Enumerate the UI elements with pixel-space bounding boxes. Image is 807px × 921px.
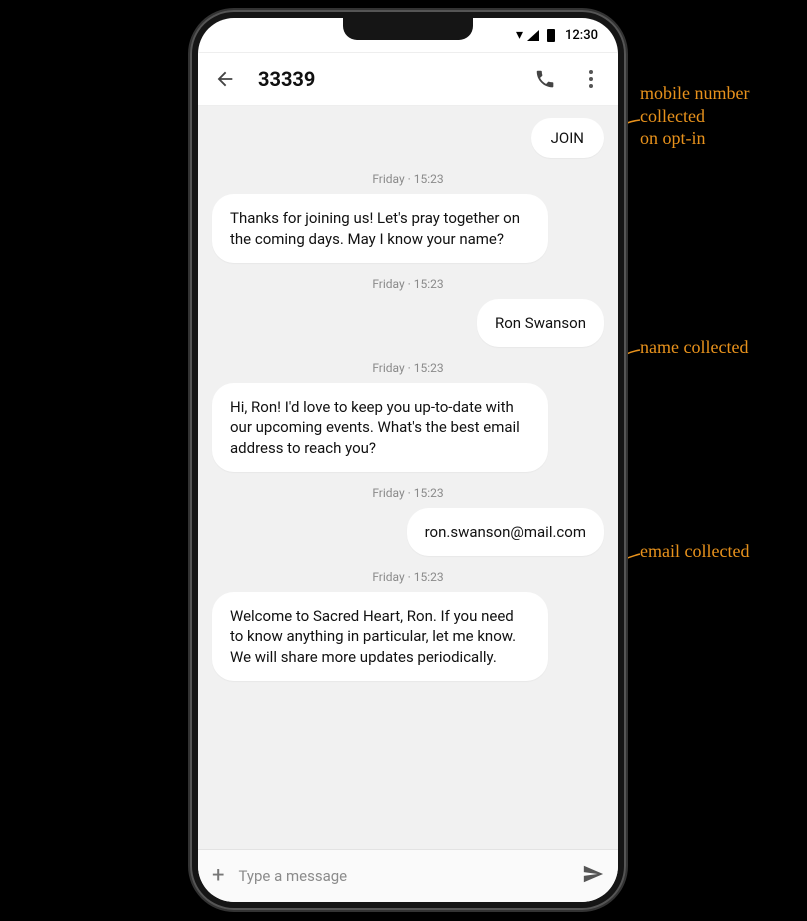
attach-button[interactable]: + (212, 865, 224, 887)
message-out-email: ron.swanson@mail.com (212, 508, 604, 556)
message-bubble: Thanks for joining us! Let's pray togeth… (212, 194, 548, 263)
annotation-email: email collected (640, 540, 749, 563)
message-bubble: Hi, Ron! I'd love to keep you up-to-date… (212, 383, 548, 472)
chat-thread[interactable]: JOIN Friday · 15:23 Thanks for joining u… (198, 106, 618, 849)
back-button[interactable] (212, 66, 238, 92)
message-bubble: Welcome to Sacred Heart, Ron. If you nee… (212, 592, 548, 681)
message-in-1: Thanks for joining us! Let's pray togeth… (212, 194, 604, 263)
message-out-join: JOIN (212, 118, 604, 158)
message-bubble: JOIN (531, 118, 604, 158)
message-in-3: Welcome to Sacred Heart, Ron. If you nee… (212, 592, 604, 681)
send-icon (582, 863, 604, 885)
timestamp: Friday · 15:23 (212, 172, 604, 186)
status-time: 12:30 (565, 28, 598, 43)
timestamp: Friday · 15:23 (212, 570, 604, 584)
message-bubble: Ron Swanson (477, 299, 604, 347)
annotation-mobile-number: mobile number collected on opt-in (640, 82, 749, 150)
phone-frame: ▾ 12:30 33339 JOIN Friday · 15:23 Tha (190, 10, 626, 910)
phone-screen: ▾ 12:30 33339 JOIN Friday · 15:23 Tha (198, 18, 618, 902)
battery-icon (547, 29, 555, 42)
phone-notch (343, 18, 473, 40)
back-arrow-icon (214, 68, 236, 90)
signal-icon (527, 30, 539, 41)
call-button[interactable] (532, 66, 558, 92)
conversation-header: 33339 (198, 53, 618, 106)
message-input[interactable]: Type a message (238, 867, 568, 885)
annotation-name: name collected (640, 336, 748, 359)
phone-icon (534, 68, 556, 90)
message-in-2: Hi, Ron! I'd love to keep you up-to-date… (212, 383, 604, 472)
timestamp: Friday · 15:23 (212, 277, 604, 291)
message-out-name: Ron Swanson (212, 299, 604, 347)
timestamp: Friday · 15:23 (212, 361, 604, 375)
message-composer: + Type a message (198, 849, 618, 902)
more-options-button[interactable] (578, 66, 604, 92)
conversation-title: 33339 (258, 67, 512, 91)
send-button[interactable] (582, 863, 604, 889)
timestamp: Friday · 15:23 (212, 486, 604, 500)
wifi-icon: ▾ (516, 28, 523, 42)
message-bubble: ron.swanson@mail.com (407, 508, 604, 556)
